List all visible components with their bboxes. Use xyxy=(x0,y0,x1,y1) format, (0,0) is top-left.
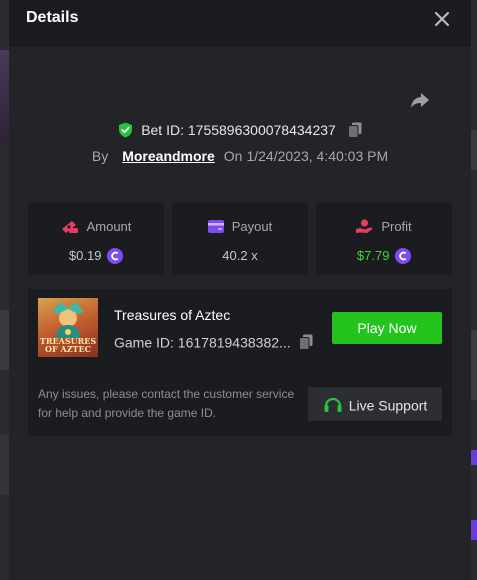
bet-stats: Amount $0.19 Payout 40.2 x Profit $7.79 xyxy=(28,202,452,275)
modal-title: Details xyxy=(26,9,79,26)
details-modal: Details Bet ID: 1755896300078434237 By Mo… xyxy=(9,0,471,580)
stat-profit: Profit $7.79 xyxy=(316,202,452,275)
modal-header: Details xyxy=(9,0,471,47)
headset-icon xyxy=(324,398,342,413)
game-thumbnail[interactable]: TREASURES OF AZTEC xyxy=(38,298,98,357)
stat-profit-value: $7.79 xyxy=(356,248,390,264)
game-thumbnail-logo: TREASURES OF AZTEC xyxy=(39,336,97,354)
game-id-text: Game ID: 1617819438382... xyxy=(114,334,291,351)
stat-payout-value: 40.2 x xyxy=(222,248,258,264)
close-icon[interactable] xyxy=(433,10,451,28)
background-left-strip xyxy=(0,0,9,580)
stat-amount-label: Amount xyxy=(86,219,132,235)
copy-icon[interactable] xyxy=(347,122,362,139)
bet-datetime: 1/24/2023, 4:40:03 PM xyxy=(246,148,389,164)
on-label: On xyxy=(223,148,243,164)
stat-payout-label: Payout xyxy=(231,219,273,235)
wallet-icon xyxy=(207,220,224,234)
coin-icon xyxy=(395,247,412,264)
background-right-strip xyxy=(471,0,477,580)
username-link[interactable]: Moreandmore xyxy=(122,148,215,164)
live-support-button[interactable]: Live Support xyxy=(308,387,442,421)
stat-profit-label: Profit xyxy=(381,219,412,235)
hand-coin-icon xyxy=(356,219,374,234)
stat-payout: Payout 40.2 x xyxy=(172,202,308,275)
shield-check-icon xyxy=(119,122,133,138)
money-icon xyxy=(61,220,78,233)
stat-amount-value: $0.19 xyxy=(68,248,102,264)
bet-id-text: Bet ID: 1755896300078434237 xyxy=(141,122,336,139)
play-now-button[interactable]: Play Now xyxy=(332,312,442,344)
bet-author-row: By Moreandmore On 1/24/2023, 4:40:03 PM xyxy=(9,148,471,164)
game-name: Treasures of Aztec xyxy=(114,307,231,323)
game-card: TREASURES OF AZTEC Treasures of Aztec Gam… xyxy=(28,289,452,436)
game-id-row: Game ID: 1617819438382... xyxy=(114,333,313,351)
stat-amount: Amount $0.19 xyxy=(28,202,164,275)
live-support-label: Live Support xyxy=(348,397,428,414)
bet-id-row: Bet ID: 1755896300078434237 xyxy=(9,121,471,139)
copy-icon[interactable] xyxy=(298,334,313,351)
coin-icon xyxy=(107,247,124,264)
support-help-text: Any issues, please contact the customer … xyxy=(38,387,295,420)
share-icon[interactable] xyxy=(408,88,432,112)
by-label: By xyxy=(91,148,109,164)
